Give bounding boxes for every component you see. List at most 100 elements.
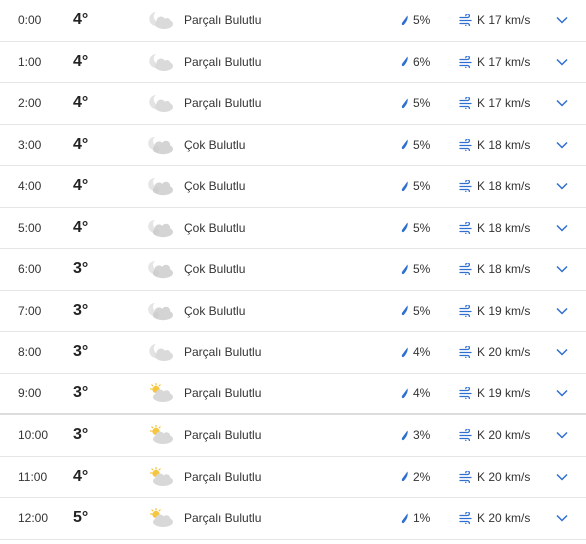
wind: K 18 km/s xyxy=(459,208,530,249)
precipitation-value: 5% xyxy=(413,137,431,152)
hour-condition: Çok Bulutlu xyxy=(184,262,246,277)
hour-row[interactable]: 11:00 4° Parçalı Bulutlu 2% K 20 km/s xyxy=(0,457,586,498)
raindrop-icon xyxy=(401,15,409,26)
chevron-down-icon[interactable] xyxy=(554,374,570,414)
hour-condition: Çok Bulutlu xyxy=(184,179,246,194)
precipitation-value: 2% xyxy=(413,469,431,484)
wind: K 20 km/s xyxy=(459,498,530,539)
chevron-down-icon[interactable] xyxy=(554,166,570,207)
wind: K 18 km/s xyxy=(459,125,530,166)
wind: K 20 km/s xyxy=(459,415,530,456)
hour-time: 0:00 xyxy=(18,13,42,28)
hour-condition: Parçalı Bulutlu xyxy=(184,428,262,443)
hour-temperature: 3° xyxy=(73,426,89,444)
mostly-cloudy-night-icon xyxy=(147,125,177,166)
precipitation: 2% xyxy=(401,457,430,498)
hour-row[interactable]: 5:00 4° Çok Bulutlu 5% K 18 km/s xyxy=(0,208,586,249)
partly-cloudy-night-icon xyxy=(147,0,177,41)
hour-condition: Parçalı Bulutlu xyxy=(184,386,262,401)
wind-value: K 17 km/s xyxy=(477,13,531,28)
wind: K 17 km/s xyxy=(459,42,530,83)
precipitation-value: 5% xyxy=(413,179,431,194)
precipitation-value: 1% xyxy=(413,511,431,526)
chevron-down-icon[interactable] xyxy=(554,415,570,456)
chevron-down-icon[interactable] xyxy=(554,125,570,166)
hour-row[interactable]: 1:00 4° Parçalı Bulutlu 6% K 17 km/s xyxy=(0,42,586,83)
precipitation: 6% xyxy=(401,42,430,83)
hour-row[interactable]: 9:00 3° Parçalı Bulutlu 4% K 19 km/s xyxy=(0,374,586,415)
hour-time: 10:00 xyxy=(18,428,49,443)
wind-value: K 17 km/s xyxy=(477,96,531,111)
precipitation: 5% xyxy=(401,291,430,332)
wind-icon xyxy=(459,346,473,359)
precipitation-value: 5% xyxy=(413,303,431,318)
wind-icon xyxy=(459,221,473,234)
chevron-down-icon[interactable] xyxy=(554,0,570,41)
wind-icon xyxy=(459,55,473,68)
wind-value: K 20 km/s xyxy=(477,511,531,526)
hour-time: 9:00 xyxy=(18,386,42,401)
wind-value: K 19 km/s xyxy=(477,386,531,401)
hour-condition: Parçalı Bulutlu xyxy=(184,13,262,28)
precipitation: 4% xyxy=(401,374,430,414)
wind: K 18 km/s xyxy=(459,166,530,207)
wind-icon xyxy=(459,97,473,110)
precipitation-value: 5% xyxy=(413,220,431,235)
mostly-cloudy-night-icon xyxy=(147,208,177,249)
hour-row[interactable]: 12:00 5° Parçalı Bulutlu 1% K 20 km/s xyxy=(0,498,586,540)
wind: K 19 km/s xyxy=(459,291,530,332)
chevron-down-icon[interactable] xyxy=(554,208,570,249)
hour-condition: Çok Bulutlu xyxy=(184,303,246,318)
hour-row[interactable]: 8:00 3° Parçalı Bulutlu 4% K 20 km/s xyxy=(0,332,586,374)
chevron-down-icon[interactable] xyxy=(554,42,570,83)
chevron-down-icon[interactable] xyxy=(554,498,570,539)
chevron-down-icon[interactable] xyxy=(554,291,570,332)
precipitation: 1% xyxy=(401,498,430,539)
chevron-down-icon[interactable] xyxy=(554,457,570,498)
hour-row[interactable]: 3:00 4° Çok Bulutlu 5% K 18 km/s xyxy=(0,125,586,166)
precipitation-value: 4% xyxy=(413,386,431,401)
raindrop-icon xyxy=(401,471,409,482)
wind-value: K 20 km/s xyxy=(477,345,531,360)
hour-time: 6:00 xyxy=(18,262,42,277)
wind-icon xyxy=(459,512,473,525)
raindrop-icon xyxy=(401,98,409,109)
chevron-down-icon[interactable] xyxy=(554,83,570,124)
hour-condition: Parçalı Bulutlu xyxy=(184,96,262,111)
wind-value: K 19 km/s xyxy=(477,303,531,318)
wind-value: K 20 km/s xyxy=(477,469,531,484)
raindrop-icon xyxy=(401,388,409,399)
hour-temperature: 4° xyxy=(73,177,89,195)
wind: K 20 km/s xyxy=(459,457,530,498)
raindrop-icon xyxy=(401,513,409,524)
wind: K 18 km/s xyxy=(459,249,530,290)
hour-temperature: 3° xyxy=(73,343,89,361)
wind-value: K 20 km/s xyxy=(477,428,531,443)
hour-row[interactable]: 4:00 4° Çok Bulutlu 5% K 18 km/s xyxy=(0,166,586,208)
hour-row[interactable]: 7:00 3° Çok Bulutlu 5% K 19 km/s xyxy=(0,291,586,332)
hour-temperature: 3° xyxy=(73,260,89,278)
hour-time: 1:00 xyxy=(18,54,42,69)
precipitation: 5% xyxy=(401,166,430,207)
hour-time: 12:00 xyxy=(18,511,49,526)
hourly-forecast-list: 0:00 4° Parçalı Bulutlu 5% K 17 km/s 1:00 4° Pa… xyxy=(0,0,586,540)
hour-row[interactable]: 10:00 3° Parçalı Bulutlu 3% K 20 km/s xyxy=(0,415,586,457)
partly-cloudy-night-icon xyxy=(147,42,177,83)
precipitation: 5% xyxy=(401,249,430,290)
hour-row[interactable]: 6:00 3° Çok Bulutlu 5% K 18 km/s xyxy=(0,249,586,291)
partly-cloudy-night-icon xyxy=(147,83,177,124)
precipitation-value: 6% xyxy=(413,54,431,69)
hour-time: 4:00 xyxy=(18,179,42,194)
hour-row[interactable]: 2:00 4° Parçalı Bulutlu 5% K 17 km/s xyxy=(0,83,586,125)
wind-icon xyxy=(459,470,473,483)
wind: K 20 km/s xyxy=(459,332,530,373)
hour-time: 5:00 xyxy=(18,220,42,235)
hour-row[interactable]: 0:00 4° Parçalı Bulutlu 5% K 17 km/s xyxy=(0,0,586,42)
precipitation-value: 5% xyxy=(413,96,431,111)
chevron-down-icon[interactable] xyxy=(554,332,570,373)
hour-temperature: 4° xyxy=(73,218,89,236)
chevron-down-icon[interactable] xyxy=(554,249,570,290)
raindrop-icon xyxy=(401,347,409,358)
hour-temperature: 4° xyxy=(73,11,89,29)
hour-condition: Parçalı Bulutlu xyxy=(184,54,262,69)
